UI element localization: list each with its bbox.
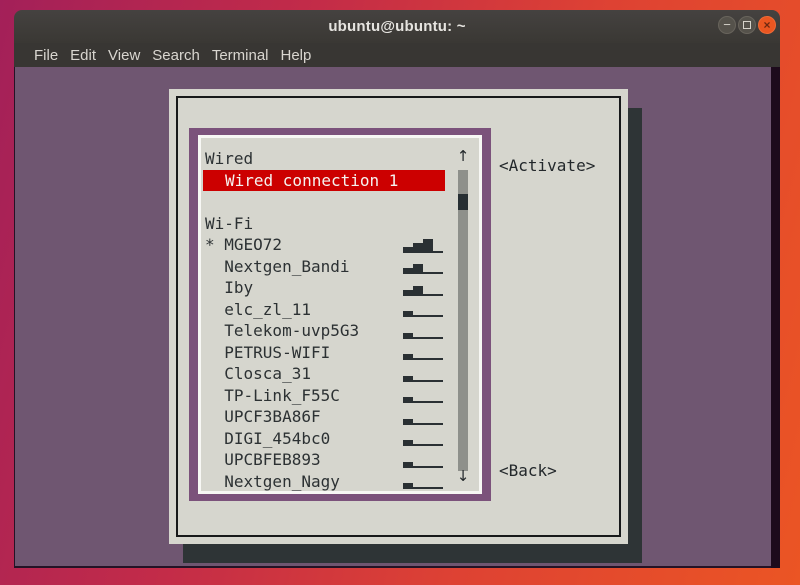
list-group-header: Wi-Fi: [201, 213, 479, 235]
list-item[interactable]: elc_zl_11: [201, 299, 479, 321]
wifi-signal-icon: [403, 474, 443, 489]
menu-item-help[interactable]: Help: [281, 47, 312, 64]
menu-item-edit[interactable]: Edit: [70, 47, 96, 64]
wifi-signal-icon: [403, 410, 443, 425]
window-titlebar[interactable]: ubuntu@ubuntu: ~ − ×: [14, 10, 780, 43]
list-item[interactable]: UPCBFEB893: [201, 449, 479, 471]
scroll-down-icon[interactable]: ↓: [454, 466, 472, 488]
window-title: ubuntu@ubuntu: ~: [328, 18, 465, 35]
wifi-signal-icon: [403, 453, 443, 468]
menu-bar: File Edit View Search Terminal Help: [14, 43, 780, 67]
list-item[interactable]: * MGEO72: [201, 234, 479, 256]
menu-item-file[interactable]: File: [34, 47, 58, 64]
network-list-rows: WiredWired connection 1 Wi-Fi* MGEO72 Nex…: [201, 148, 479, 491]
terminal-screen: WiredWired connection 1 Wi-Fi* MGEO72 Nex…: [14, 67, 780, 568]
minimize-button[interactable]: −: [718, 16, 736, 34]
wifi-signal-icon: [403, 431, 443, 446]
list-item[interactable]: Nextgen_Bandi: [201, 256, 479, 278]
wifi-signal-icon: [403, 302, 443, 317]
list-item: Wired connection 1: [201, 170, 479, 192]
scroll-up-icon[interactable]: ↑: [454, 146, 472, 168]
list-item[interactable]: DIGI_454bc0: [201, 428, 479, 450]
list-item[interactable]: Iby: [201, 277, 479, 299]
terminal-window: ubuntu@ubuntu: ~ − × File Edit View Sear…: [14, 10, 780, 566]
list-item[interactable]: Nextgen_Nagy: [201, 471, 479, 492]
list-item[interactable]: PETRUS-WIFI: [201, 342, 479, 364]
list-blank-row: [201, 191, 479, 213]
menu-item-search[interactable]: Search: [152, 47, 200, 64]
menu-item-terminal[interactable]: Terminal: [212, 47, 269, 64]
wifi-signal-icon: [403, 345, 443, 360]
list-item[interactable]: TP-Link_F55C: [201, 385, 479, 407]
connection-list-border: WiredWired connection 1 Wi-Fi* MGEO72 Nex…: [198, 135, 482, 494]
terminal-right-edge: [771, 67, 780, 568]
connection-list-frame: WiredWired connection 1 Wi-Fi* MGEO72 Nex…: [189, 128, 491, 501]
wifi-signal-icon: [403, 367, 443, 382]
wifi-signal-icon: [403, 259, 443, 274]
back-button[interactable]: <Back>: [499, 461, 557, 481]
scrollbar-track[interactable]: [458, 170, 468, 471]
wifi-signal-icon: [403, 238, 443, 253]
activate-button[interactable]: <Activate>: [499, 156, 595, 176]
menu-item-view[interactable]: View: [108, 47, 140, 64]
list-group-header: Wired: [201, 148, 479, 170]
close-icon: ×: [763, 18, 770, 32]
list-item[interactable]: Closca_31: [201, 363, 479, 385]
close-button[interactable]: ×: [758, 16, 776, 34]
wifi-signal-icon: [403, 281, 443, 296]
wifi-signal-icon: [403, 388, 443, 403]
list-item[interactable]: Telekom-uvp5G3: [201, 320, 479, 342]
scrollbar-thumb[interactable]: [458, 194, 468, 210]
nmtui-dialog: WiredWired connection 1 Wi-Fi* MGEO72 Nex…: [169, 89, 628, 544]
window-controls: − ×: [718, 16, 776, 34]
list-item[interactable]: UPCF3BA86F: [201, 406, 479, 428]
wifi-signal-icon: [403, 324, 443, 339]
minimize-icon: −: [723, 18, 731, 31]
connection-list: WiredWired connection 1 Wi-Fi* MGEO72 Nex…: [201, 138, 479, 491]
maximize-button[interactable]: [738, 16, 756, 34]
selected-list-item[interactable]: Wired connection 1: [203, 170, 445, 192]
maximize-icon: [743, 21, 751, 29]
